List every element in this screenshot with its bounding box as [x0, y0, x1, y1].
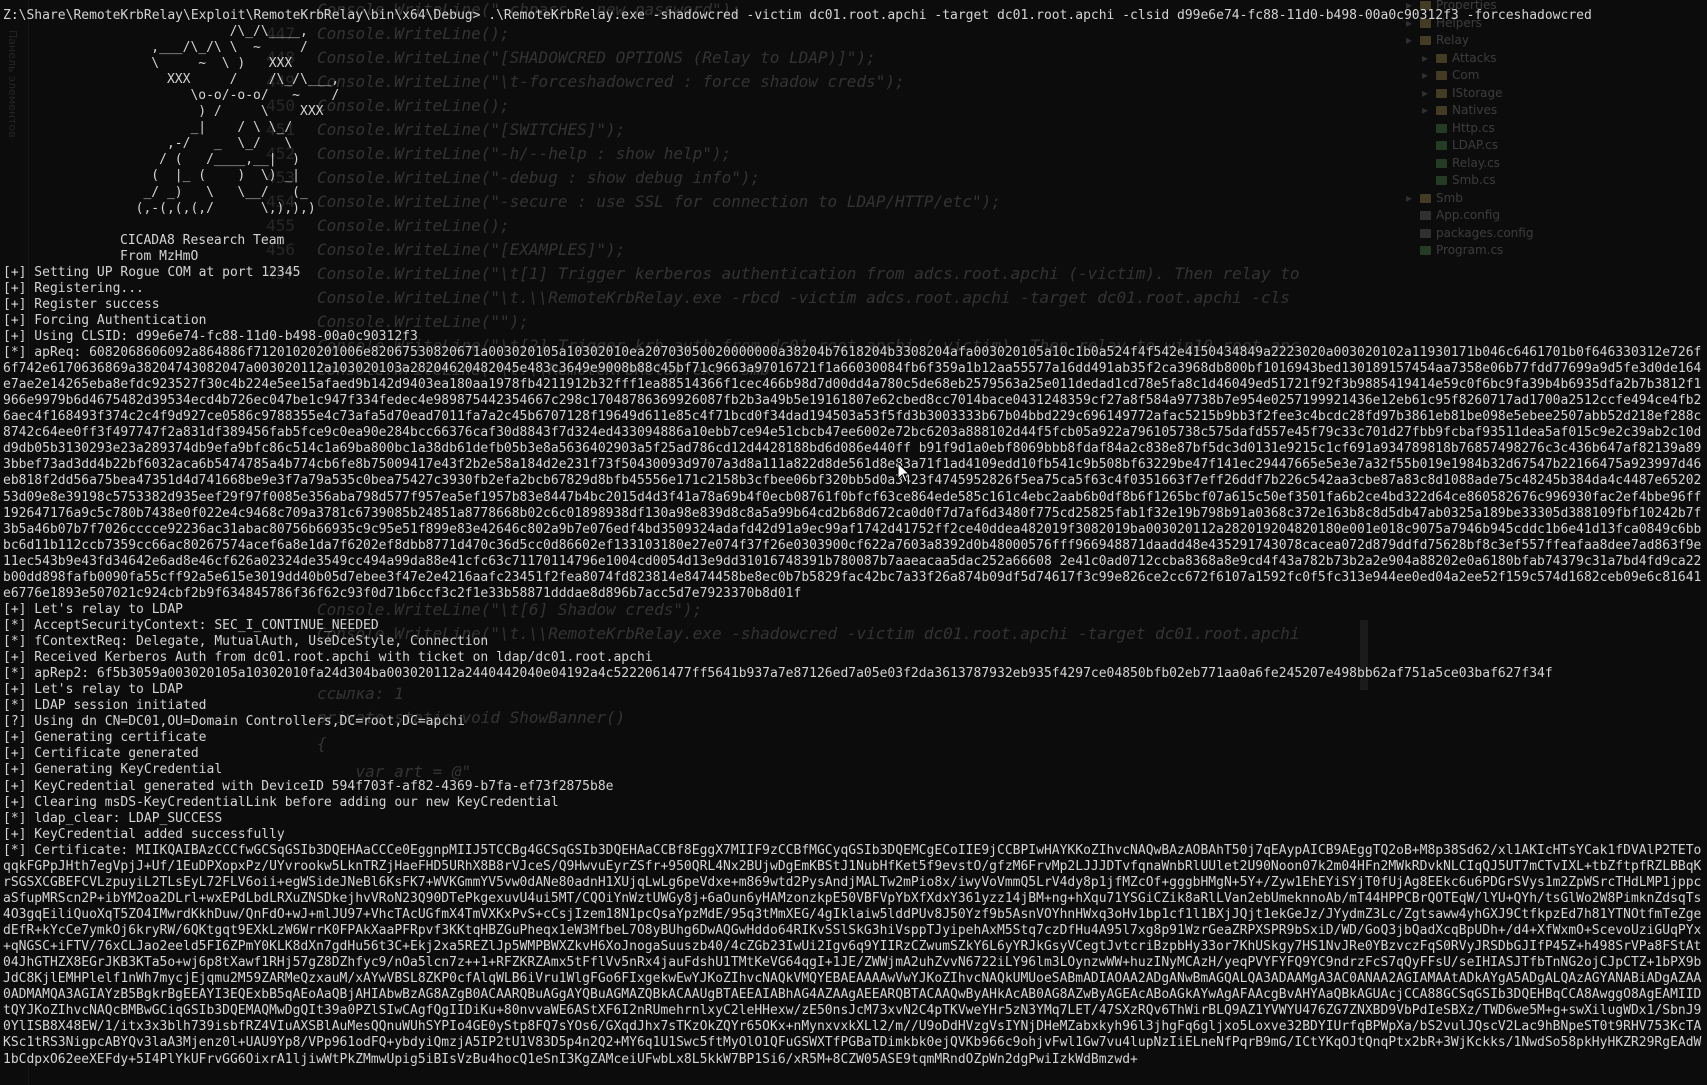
banner-team: CICADA8 Research Team [120, 232, 285, 248]
log-line: [*] fContextReq: Delegate, MutualAuth, U… [3, 634, 489, 650]
banner-art-row: / ( /____,__| ) [3, 152, 1703, 168]
ascii-banner: /\_/\____, ,___/\_/\ \ ~ / \ ~ \ ) XXX X… [3, 24, 1703, 217]
log-line: [+] Certificate generated [3, 746, 199, 762]
banner-art-line: XXX / /\_/\___, [120, 72, 340, 88]
log-line: [+] Generating KeyCredential [3, 762, 223, 778]
log-line: [+] Setting UP Rogue COM at port 12345 [3, 264, 301, 280]
banner-art-row: ,-/ _ \_/ \ [3, 136, 1703, 152]
banner-art-row: XXX / /\_/\___, [3, 72, 1703, 88]
banner-art-line: ,-/ _ \_/ \ [120, 136, 293, 152]
log-line: [+] Let's relay to LDAP [3, 682, 184, 698]
banner-art-line: ) / \ XXX [120, 104, 324, 120]
log-line: [+] KeyCredential generated with DeviceI… [3, 778, 614, 794]
log-line: [*] ldap_clear: LDAP_SUCCESS [3, 810, 223, 826]
certificate-base64: [*] Certificate: MIIKQAIBAzCCCfwGCSqGSIb… [3, 842, 1702, 1067]
log-line: [*] apRep2: 6f5b3059a003020105a10302010f… [3, 666, 1553, 682]
banner-art-row: (,-(,(,(,/ \,),),) [3, 201, 1703, 217]
banner-art-line: \ ~ \ ) XXX [120, 56, 293, 72]
banner-art-line: ( |_ ( ) \) _| [120, 168, 301, 184]
log-line: [*] AcceptSecurityContext: SEC_I_CONTINU… [3, 618, 379, 634]
log-line: [+] Let's relay to LDAP [3, 601, 184, 617]
banner-art-row: ( |_ ( ) \) _| [3, 168, 1703, 184]
banner-art-row: ) / \ XXX [3, 104, 1703, 120]
banner-art-line: ,___/\_/\ \ ~ / [120, 40, 308, 56]
banner-art-line: _| / \ \_/ [120, 120, 293, 136]
banner-art-row: _| / \ \_/ [3, 120, 1703, 136]
banner-author: From MzHmO [120, 248, 199, 264]
banner-blank-line [3, 217, 1703, 233]
log-line: [+] Received Kerberos Auth from dc01.roo… [3, 650, 653, 666]
banner-art-row: \o-o/-o-o/ ~ / [3, 88, 1703, 104]
log-line: [+] Clearing msDS-KeyCredentialLink befo… [3, 794, 559, 810]
console-window[interactable]: Z:\Share\RemoteKrbRelay\Exploit\RemoteKr… [3, 8, 1703, 1083]
console-command-line: Z:\Share\RemoteKrbRelay\Exploit\RemoteKr… [3, 8, 1592, 23]
banner-art-line: (,-(,(,(,/ \,),),) [120, 200, 316, 216]
log-line: [+] KeyCredential added successfully [3, 826, 285, 842]
banner-art-row: \ ~ \ ) XXX [3, 56, 1703, 72]
log-line: [+] Using CLSID: d99e6e74-fc88-11d0-b498… [3, 328, 418, 344]
apreq-hex-dump: [*] apReq: 6082068606092a864886f71201020… [3, 344, 1702, 601]
banner-author-line: From MzHmO [3, 249, 1703, 265]
log-output-setup: [+] Setting UP Rogue COM at port 12345 [+… [3, 265, 1703, 345]
log-line: [+] Forcing Authentication [3, 312, 207, 328]
log-line: [?] Using dn CN=DC01,OU=Domain Controlle… [3, 714, 465, 730]
log-line: [+] Registering... [3, 280, 144, 296]
banner-art-row: _/ _) \ \__/ (_ [3, 185, 1703, 201]
log-line: [*] LDAP session initiated [3, 698, 207, 714]
log-output-relay: [+] Let's relay to LDAP [*] AcceptSecurit… [3, 602, 1703, 843]
log-line: [+] Register success [3, 296, 160, 312]
log-line: [+] Generating certificate [3, 730, 207, 746]
banner-art-line: \o-o/-o-o/ ~ / [120, 88, 340, 104]
banner-art-line: _/ _) \ \__/ (_ [120, 184, 308, 200]
banner-art-row: /\_/\____, [3, 24, 1703, 40]
banner-art-row: ,___/\_/\ \ ~ / [3, 40, 1703, 56]
banner-team-line: CICADA8 Research Team [3, 233, 1703, 249]
banner-art-line: / ( /____,__| ) [120, 152, 301, 168]
banner-art-line: /\_/\____, [120, 24, 308, 40]
